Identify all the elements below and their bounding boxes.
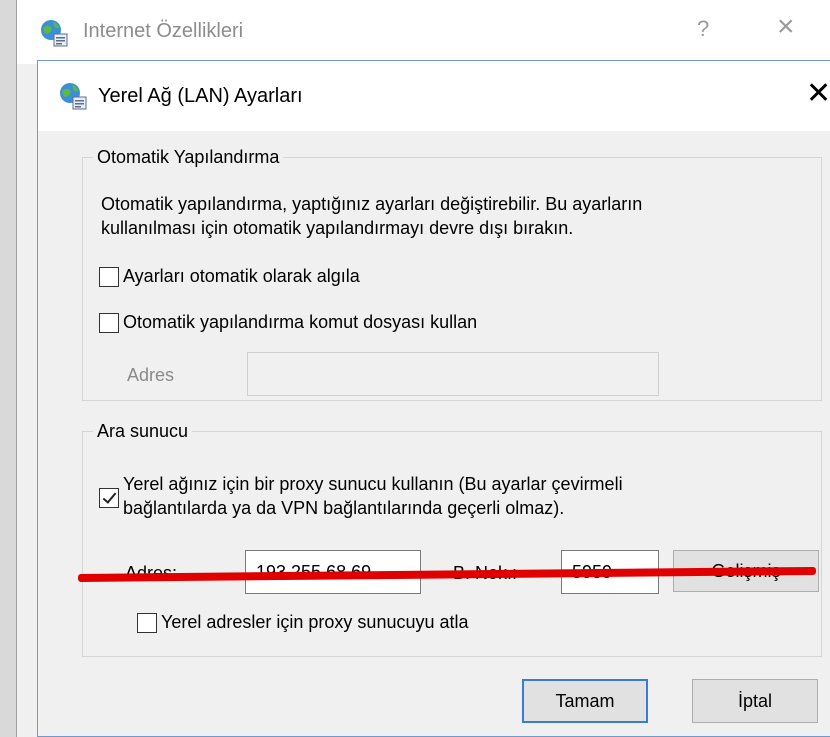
dialog-titlebar: Yerel Ağ (LAN) Ayarları ✕: [38, 61, 830, 131]
detect-settings-label[interactable]: Ayarları otomatik olarak algıla: [123, 266, 360, 287]
cancel-button[interactable]: İptal: [692, 679, 818, 723]
proxy-server-group: Ara sunucu Yerel ağınız için bir proxy s…: [82, 421, 822, 657]
ok-button[interactable]: Tamam: [522, 679, 648, 723]
auto-config-group: Otomatik Yapılandırma Otomatik yapılandı…: [82, 147, 822, 401]
outer-window-title: Internet Özellikleri: [83, 20, 244, 42]
script-address-label: Adres: [127, 365, 175, 385]
globe-network-icon: [41, 20, 68, 47]
outer-close-button[interactable]: ×: [777, 12, 795, 42]
config-script-option[interactable]: Otomatik yapılandırma komut dosyası kull…: [99, 312, 477, 333]
detect-settings-option[interactable]: Ayarları otomatik olarak algıla: [99, 266, 360, 287]
auto-config-description-line1: Otomatik yapılandırma, yaptığınız ayarla…: [101, 194, 643, 214]
globe-network-icon: [60, 83, 87, 110]
auto-config-legend: Otomatik Yapılandırma: [97, 147, 280, 167]
auto-config-description-line2: kullanılması için otomatik yapılandırmay…: [101, 218, 574, 238]
script-address-input[interactable]: [247, 352, 659, 396]
auto-config-description: Otomatik yapılandırma, yaptığınız ayarla…: [101, 192, 642, 240]
use-proxy-checkbox[interactable]: [99, 488, 119, 508]
config-script-label[interactable]: Otomatik yapılandırma komut dosyası kull…: [123, 312, 477, 333]
use-proxy-label-line2[interactable]: bağlantılarda ya da VPN bağlantılarında …: [123, 496, 623, 520]
outer-titlebar: Internet Özellikleri ? ×: [17, 0, 830, 64]
bypass-local-checkbox[interactable]: [137, 612, 157, 633]
proxy-server-legend: Ara sunucu: [97, 421, 189, 441]
use-proxy-option[interactable]: Yerel ağınız için bir proxy sunucu kulla…: [99, 472, 623, 520]
internet-properties-window: Internet Özellikleri ? × Yerel Ağ (LAN) …: [16, 0, 830, 737]
help-button[interactable]: ?: [697, 16, 709, 42]
detect-settings-checkbox[interactable]: [99, 266, 119, 287]
config-script-checkbox[interactable]: [99, 312, 119, 333]
dialog-title: Yerel Ağ (LAN) Ayarları: [98, 85, 303, 107]
bypass-local-option[interactable]: Yerel adresler için proxy sunucuyu atla: [137, 612, 469, 633]
dialog-close-button[interactable]: ✕: [806, 79, 830, 109]
lan-settings-dialog: Yerel Ağ (LAN) Ayarları ✕ Otomatik Yapıl…: [37, 60, 830, 737]
use-proxy-label-line1[interactable]: Yerel ağınız için bir proxy sunucu kulla…: [123, 472, 623, 496]
bypass-local-label[interactable]: Yerel adresler için proxy sunucuyu atla: [161, 612, 469, 633]
background-window-strip: [0, 0, 17, 737]
